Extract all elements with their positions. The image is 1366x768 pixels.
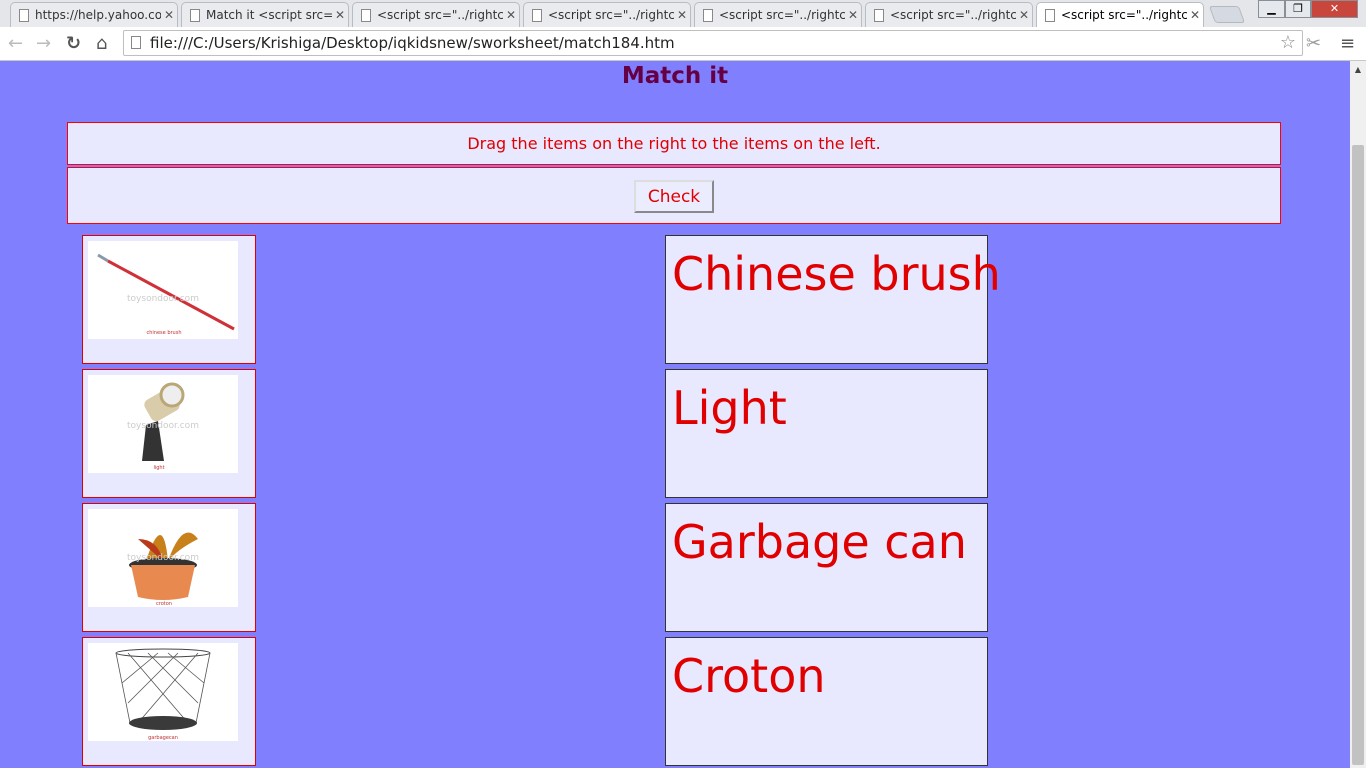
scrollbar-thumb[interactable] — [1352, 145, 1364, 765]
svg-text:toysondoor.com: toysondoor.com — [127, 553, 199, 563]
tab[interactable]: Match it <script src=" ✕ — [181, 2, 349, 27]
light-image: toysondoor.com light — [88, 375, 238, 473]
image-cell-croton[interactable]: toysondoor.com croton — [82, 503, 256, 632]
page-content: Match it Drag the items on the right to … — [0, 61, 1350, 768]
check-button[interactable]: Check — [633, 180, 715, 213]
tab[interactable]: <script src="../rightcli ✕ — [523, 2, 691, 27]
image-cell-light[interactable]: toysondoor.com light — [82, 369, 256, 498]
vertical-scrollbar[interactable]: ▲ — [1350, 61, 1366, 768]
image-cell-garbage-can[interactable]: garbagecan — [82, 637, 256, 766]
scissors-icon[interactable]: ✂ — [1306, 33, 1321, 54]
home-icon[interactable]: ⌂ — [96, 33, 107, 54]
page-title: Match it — [621, 63, 729, 89]
page-icon — [131, 36, 141, 49]
bookmark-star-icon[interactable]: ☆ — [1280, 31, 1296, 55]
close-tab-icon[interactable]: ✕ — [1016, 8, 1032, 22]
tab[interactable]: <script src="../rightcli ✕ — [694, 2, 862, 27]
answer-croton[interactable]: Croton — [665, 637, 988, 766]
page-icon — [190, 8, 200, 22]
minimize-button[interactable]: ▁ — [1258, 0, 1285, 18]
close-tab-icon[interactable]: ✕ — [503, 8, 519, 22]
instruction-box: Drag the items on the right to the items… — [67, 122, 1281, 165]
answer-light[interactable]: Light — [665, 369, 988, 498]
scroll-up-icon[interactable]: ▲ — [1350, 65, 1366, 74]
tab-bar: https://help.yahoo.co ✕ Match it <script … — [0, 0, 1366, 27]
tab-active[interactable]: <script src="../rightcli ✕ — [1036, 2, 1204, 27]
close-window-button[interactable]: ✕ — [1311, 0, 1358, 18]
forward-icon[interactable]: → — [36, 33, 51, 54]
tab[interactable]: <script src="../rightcli ✕ — [352, 2, 520, 27]
garbage-can-image: garbagecan — [88, 643, 238, 741]
page-icon — [1045, 8, 1055, 22]
new-tab-button[interactable] — [1208, 6, 1246, 23]
close-tab-icon[interactable]: ✕ — [332, 8, 348, 22]
tab[interactable]: <script src="../rightcli ✕ — [865, 2, 1033, 27]
answer-chinese-brush[interactable]: Chinese brush — [665, 235, 1001, 364]
page-icon — [361, 8, 371, 22]
page-icon — [19, 8, 29, 22]
browser-toolbar: ← → ↻ ⌂ file:///C:/Users/Krishiga/Deskto… — [0, 27, 1366, 61]
chinese-brush-image: toysondoor.com chinese brush — [88, 241, 238, 339]
page-icon — [532, 8, 542, 22]
back-icon[interactable]: ← — [8, 33, 23, 54]
check-bar: Check — [67, 167, 1281, 224]
page-icon — [874, 8, 884, 22]
answer-garbage-can[interactable]: Garbage can — [665, 503, 988, 632]
close-tab-icon[interactable]: ✕ — [1187, 8, 1203, 22]
menu-icon[interactable]: ≡ — [1340, 33, 1355, 54]
close-tab-icon[interactable]: ✕ — [161, 8, 177, 22]
svg-text:toysondoor.com: toysondoor.com — [127, 294, 199, 304]
croton-image: toysondoor.com croton — [88, 509, 238, 607]
svg-text:light: light — [153, 465, 164, 471]
close-tab-icon[interactable]: ✕ — [845, 8, 861, 22]
close-tab-icon[interactable]: ✕ — [674, 8, 690, 22]
tab[interactable]: https://help.yahoo.co ✕ — [10, 2, 178, 27]
svg-text:toysondoor.com: toysondoor.com — [127, 421, 199, 431]
window-controls: ▁ ❐ ✕ — [1258, 0, 1358, 18]
image-cell-chinese-brush[interactable]: toysondoor.com chinese brush — [82, 235, 256, 364]
svg-text:garbagecan: garbagecan — [148, 735, 178, 741]
page-icon — [703, 8, 713, 22]
reload-icon[interactable]: ↻ — [66, 33, 81, 54]
svg-text:croton: croton — [156, 601, 172, 607]
address-bar[interactable]: file:///C:/Users/Krishiga/Desktop/iqkids… — [123, 30, 1303, 56]
maximize-button[interactable]: ❐ — [1285, 0, 1311, 18]
svg-text:chinese brush: chinese brush — [147, 330, 182, 336]
